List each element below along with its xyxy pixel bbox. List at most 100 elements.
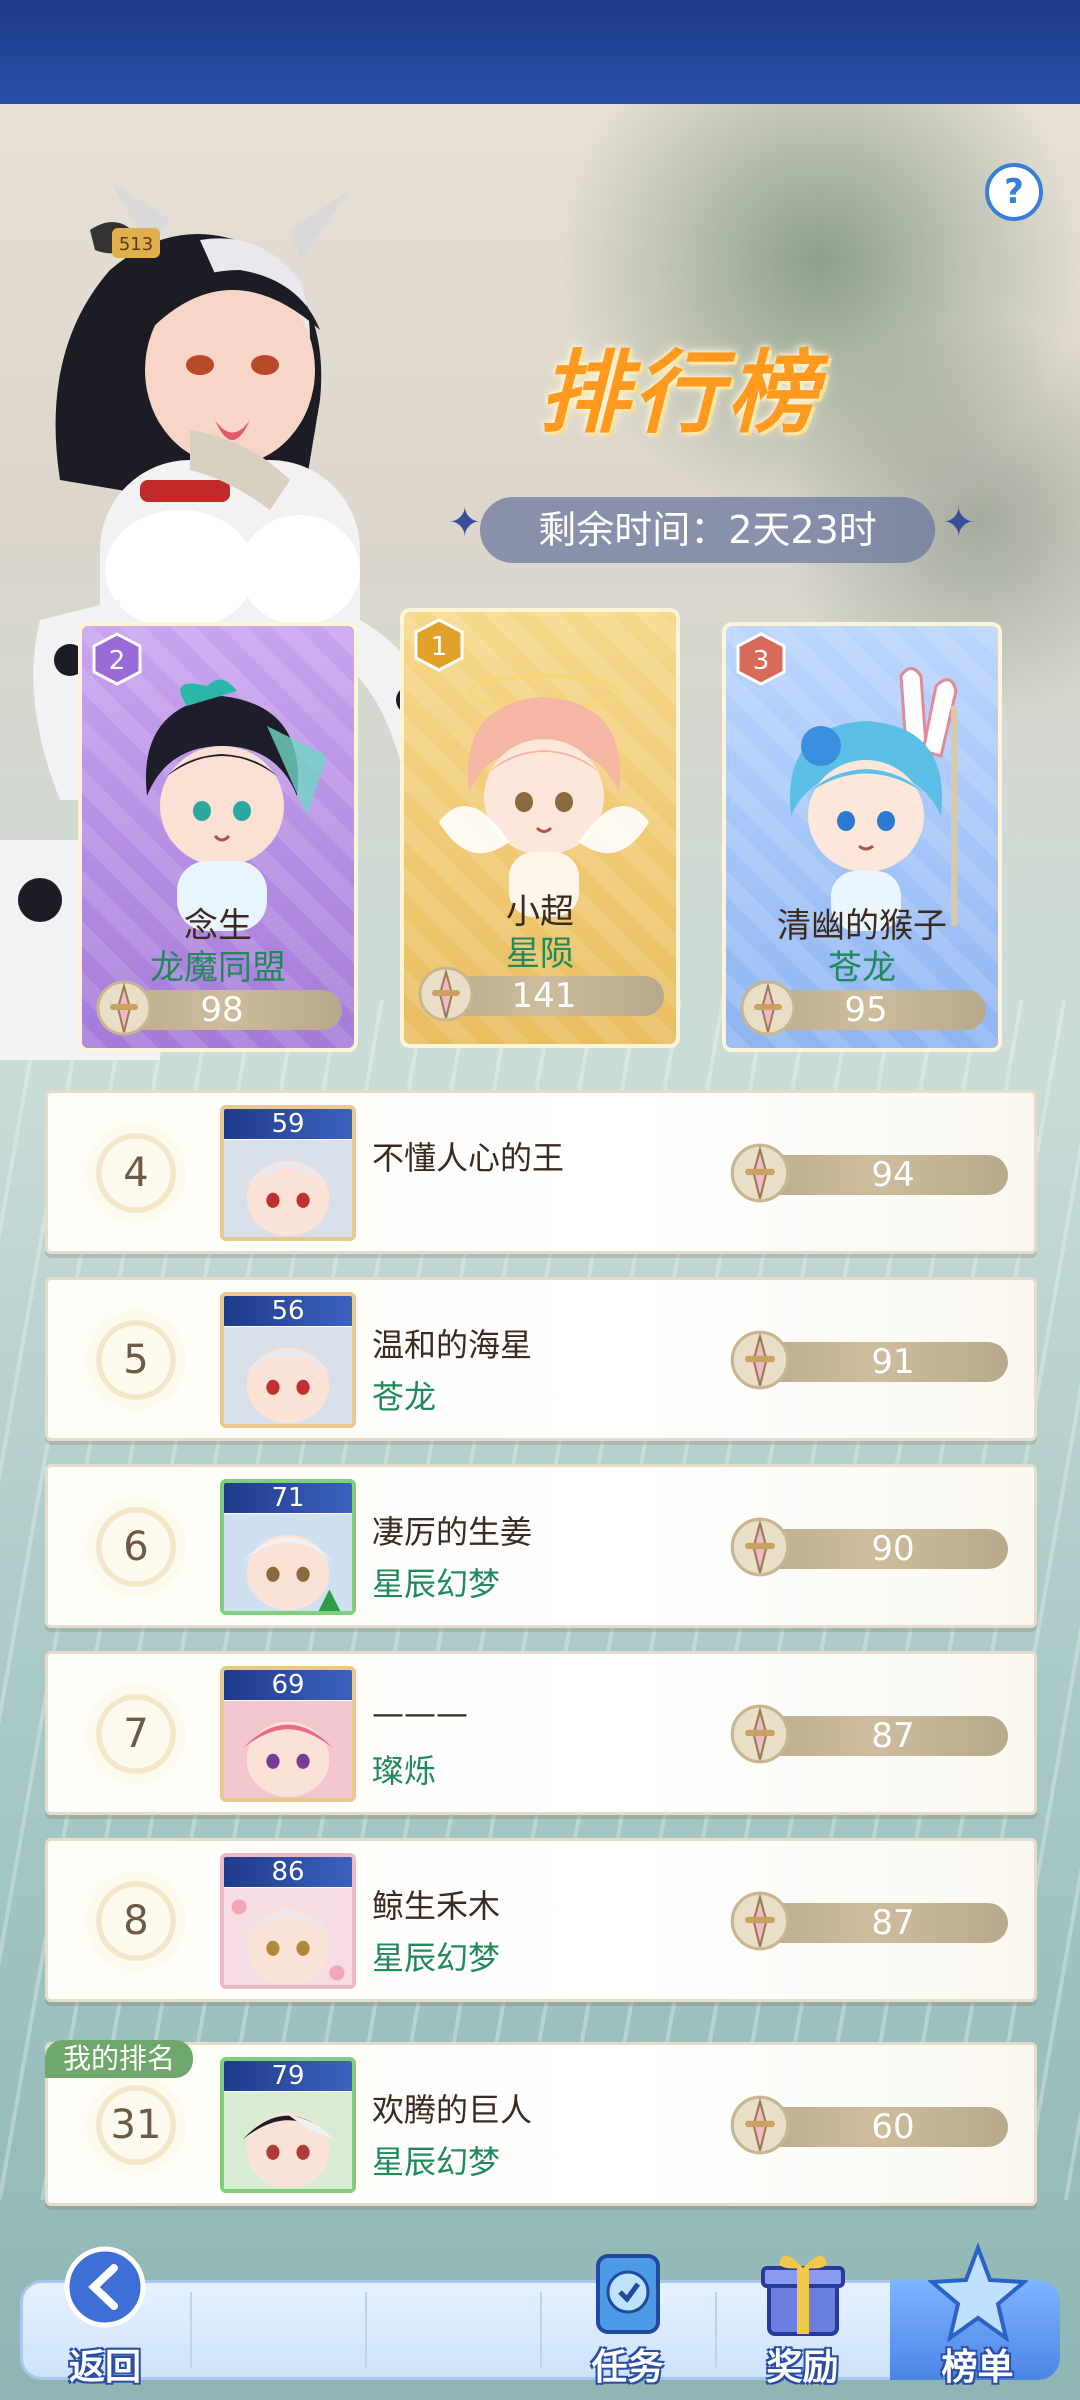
tasks-button[interactable]: 任务 <box>555 2254 700 2390</box>
nav-divider <box>715 2292 717 2368</box>
sword-trophy-icon <box>730 1143 790 1203</box>
sword-trophy-icon <box>730 1704 790 1764</box>
rank-number: 4 <box>86 1123 186 1223</box>
score-value: 98 <box>200 990 244 1030</box>
my-rank-tag: 我的排名 <box>45 2040 194 2078</box>
score-value: 95 <box>844 990 888 1030</box>
back-button[interactable]: 返回 <box>40 2246 170 2390</box>
ranking-row-5[interactable]: 5 56 温和的海星 苍龙 91 <box>45 1277 1037 1441</box>
score-value: 94 <box>871 1155 915 1195</box>
top-card-rank-2[interactable]: 2 念生 龙魔同盟 98 <box>78 622 358 1052</box>
player-level: 59 <box>224 1109 352 1139</box>
nav-divider <box>190 2292 192 2368</box>
back-label: 返回 <box>68 2347 141 2388</box>
avatar-face <box>224 1888 352 1985</box>
score-value: 87 <box>871 1716 915 1756</box>
score-value: 141 <box>511 976 577 1016</box>
player-level: 79 <box>224 2061 352 2091</box>
guild-name: 星辰幻梦 <box>372 2143 501 2181</box>
score-value: 91 <box>871 1342 915 1382</box>
rank-number: 7 <box>86 1684 186 1784</box>
tasks-label: 任务 <box>591 2347 664 2388</box>
ranking-row-7[interactable]: 7 69 ——— 璨烁 87 <box>45 1651 1037 1815</box>
sword-trophy-icon <box>730 1891 790 1951</box>
guild-name: 苍龙 <box>372 1378 437 1416</box>
task-scroll-icon <box>595 2254 660 2334</box>
avatar-face <box>224 1327 352 1424</box>
player-avatar-chibi <box>145 679 327 931</box>
player-name: 欢腾的巨人 <box>372 2091 533 2129</box>
character-badge-number: 513 <box>119 234 153 255</box>
sword-trophy-icon <box>730 1517 790 1577</box>
nav-divider <box>365 2292 367 2368</box>
player-name: 温和的海星 <box>372 1326 533 1364</box>
score-bar: 60 <box>730 2095 1008 2155</box>
star-right-icon: ✦ <box>942 500 976 546</box>
player-level: 71 <box>224 1483 352 1513</box>
top-bar <box>0 0 1080 104</box>
score-bar: 91 <box>730 1330 1008 1390</box>
player-avatar: 59 <box>220 1105 356 1241</box>
rewards-button[interactable]: 奖励 <box>730 2255 875 2390</box>
back-icon <box>64 2246 146 2328</box>
player-avatar: 69 <box>220 1666 356 1802</box>
my-ranking-row[interactable]: 31 79 欢腾的巨人 星辰幻梦 60 <box>45 2042 1037 2206</box>
score-bar: 141 <box>418 966 664 1022</box>
guild-name: 星辰幻梦 <box>372 1565 501 1603</box>
player-level: 69 <box>224 1670 352 1700</box>
help-button[interactable]: ? <box>985 163 1043 221</box>
player-avatar: 71 <box>220 1479 356 1615</box>
gift-box-icon <box>760 2255 845 2336</box>
player-avatar-chibi <box>439 673 649 917</box>
help-icon: ? <box>1004 172 1024 212</box>
score-value: 87 <box>871 1903 915 1943</box>
player-avatar-chibi <box>789 667 958 931</box>
player-avatar: 79 <box>220 2057 356 2193</box>
sword-trophy-icon <box>730 1330 790 1390</box>
ranking-row-8[interactable]: 8 86 鲸生禾木 星辰幻梦 87 <box>45 1838 1037 2002</box>
score-bar: 98 <box>96 980 342 1036</box>
score-bar: 87 <box>730 1704 1008 1764</box>
score-bar: 87 <box>730 1891 1008 1951</box>
top-card-rank-3[interactable]: 3 清幽的猴子 苍龙 95 <box>722 622 1002 1052</box>
score-value: 60 <box>871 2107 915 2147</box>
rank-number: 8 <box>86 1871 186 1971</box>
bottom-nav: 返回 任务 奖励 榜单 <box>0 2242 1080 2400</box>
remaining-time: 剩余时间：2天23时 <box>480 497 935 563</box>
sword-trophy-icon <box>740 980 796 1036</box>
avatar-face <box>224 1514 352 1611</box>
player-level: 86 <box>224 1857 352 1887</box>
avatar-face <box>224 1140 352 1237</box>
guild-name: 璨烁 <box>372 1752 437 1790</box>
top-card-rank-1[interactable]: 1 小超 星陨 141 <box>400 608 680 1048</box>
page-title: 排行榜 <box>539 341 821 446</box>
score-bar: 90 <box>730 1517 1008 1577</box>
avatar-face <box>224 1701 352 1798</box>
avatar-face <box>224 2092 352 2189</box>
rank-number: 6 <box>86 1497 186 1597</box>
player-name: 不懂人心的王 <box>372 1139 565 1177</box>
guild-name: 星辰幻梦 <box>372 1939 501 1977</box>
ranking-row-6[interactable]: 6 71 凄厉的生姜 星辰幻梦 90 <box>45 1464 1037 1628</box>
player-name: ——— <box>372 1694 468 1732</box>
ranking-row-4[interactable]: 4 59 不懂人心的王 94 <box>45 1090 1037 1254</box>
nav-divider <box>540 2292 542 2368</box>
score-value: 90 <box>871 1529 915 1569</box>
star-left-icon: ✦ <box>448 500 482 546</box>
score-bar: 94 <box>730 1143 1008 1203</box>
sword-trophy-icon <box>418 966 474 1022</box>
player-level: 56 <box>224 1296 352 1326</box>
ranking-button[interactable]: 榜单 <box>905 2242 1050 2390</box>
player-name: 鲸生禾木 <box>372 1887 501 1925</box>
player-name: 凄厉的生姜 <box>372 1513 533 1551</box>
player-avatar: 86 <box>220 1853 356 1989</box>
sword-trophy-icon <box>96 980 152 1036</box>
sword-trophy-icon <box>730 2095 790 2155</box>
ranking-label: 榜单 <box>941 2347 1014 2388</box>
score-bar: 95 <box>740 980 986 1036</box>
rank-number: 5 <box>86 1310 186 1410</box>
rank-number: 31 <box>86 2075 186 2175</box>
player-avatar: 56 <box>220 1292 356 1428</box>
ranking-star-icon <box>927 2242 1028 2342</box>
rewards-label: 奖励 <box>766 2347 839 2388</box>
